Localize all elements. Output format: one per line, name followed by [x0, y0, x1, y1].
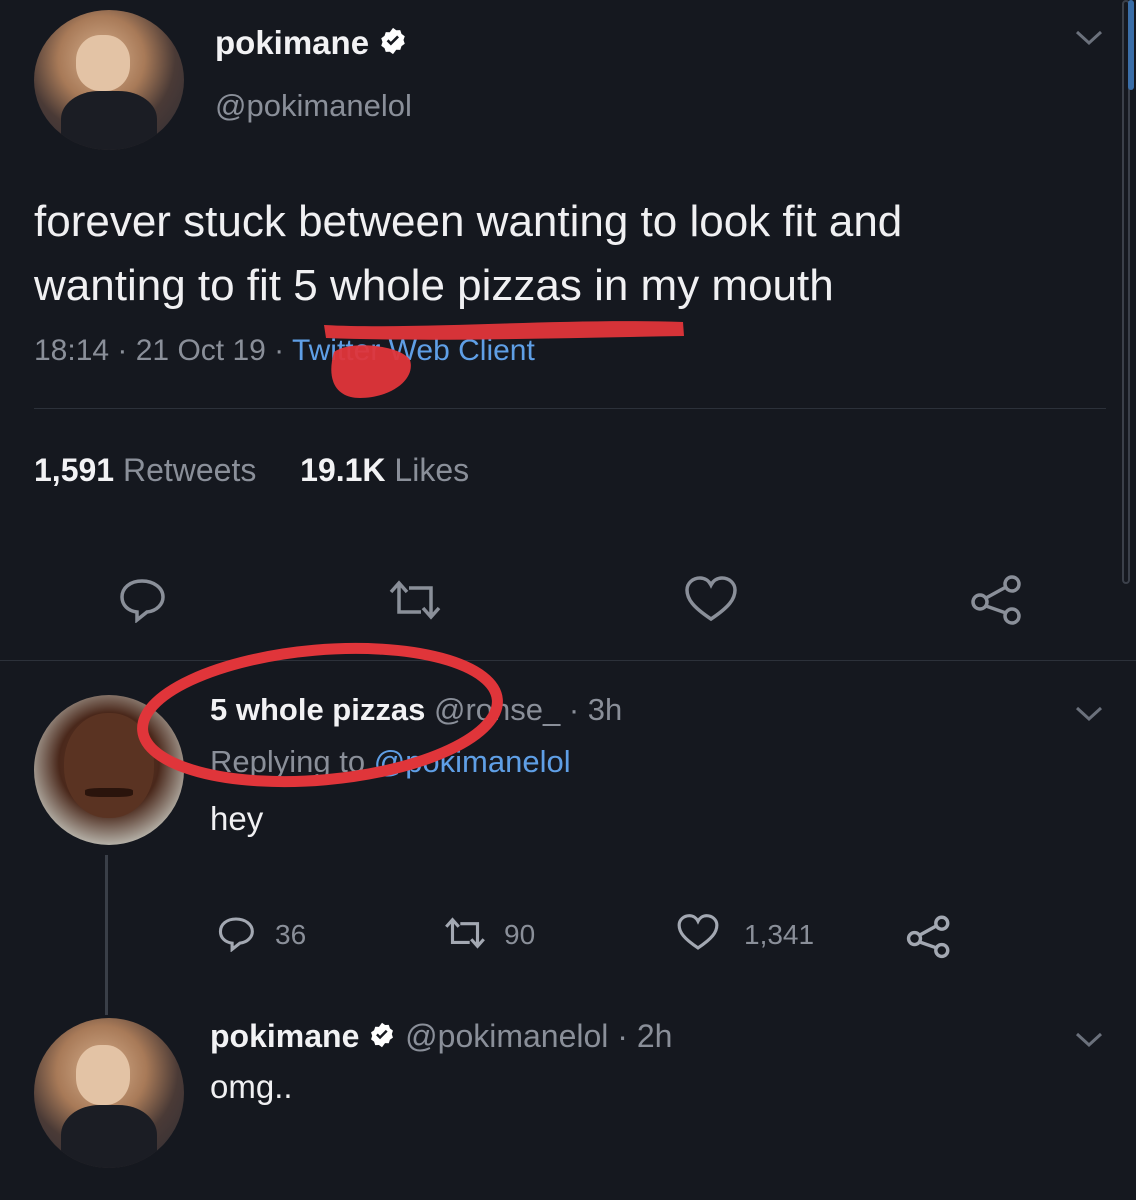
- verified-badge-icon: [378, 26, 408, 64]
- share-icon[interactable]: [968, 572, 1026, 626]
- thread-line: [105, 855, 108, 1015]
- tweet-text-line-2: wanting to fit 5 whole pizzas in my mout…: [34, 261, 834, 310]
- reply2-author-avatar[interactable]: [34, 1018, 184, 1168]
- tweet-date[interactable]: 21 Oct 19: [136, 334, 266, 367]
- heart-icon[interactable]: [683, 575, 739, 625]
- author-avatar[interactable]: [34, 10, 184, 150]
- retweets-label[interactable]: Retweets: [123, 452, 256, 488]
- chevron-down-icon[interactable]: [1073, 704, 1105, 729]
- scrollbar-thumb[interactable]: [1128, 0, 1134, 90]
- retweet-icon[interactable]: [440, 915, 490, 956]
- author-name-row[interactable]: pokimane: [215, 24, 408, 64]
- divider: [0, 660, 1136, 661]
- reply-author-handle[interactable]: @ronse_: [434, 692, 560, 727]
- reply-icon[interactable]: [115, 575, 169, 623]
- author-name[interactable]: pokimane: [215, 24, 369, 61]
- reply-icon[interactable]: [215, 914, 257, 957]
- tweet-meta: 18:14 · 21 Oct 19 · Twitter Web Client: [34, 334, 535, 367]
- divider: [34, 408, 1106, 409]
- likes-count[interactable]: 19.1K: [300, 452, 385, 488]
- verified-badge-icon: [368, 1020, 396, 1057]
- likes-label[interactable]: Likes: [394, 452, 469, 488]
- tweet-time[interactable]: 18:14: [34, 334, 109, 367]
- replying-to-handle[interactable]: @pokimanelol: [374, 744, 571, 779]
- reply-author-name[interactable]: 5 whole pizzas: [210, 692, 425, 727]
- reply-count: 36: [275, 919, 307, 950]
- chevron-down-icon[interactable]: [1073, 1030, 1105, 1055]
- reply-action-retweet[interactable]: 90: [440, 913, 535, 957]
- reply-time[interactable]: 3h: [588, 692, 622, 727]
- reply2-text: omg..: [210, 1068, 293, 1105]
- author-handle[interactable]: @pokimanelol: [215, 88, 412, 124]
- retweet-icon[interactable]: [383, 578, 447, 622]
- replying-to-line: Replying to @pokimanelol: [210, 744, 571, 780]
- tweet-client[interactable]: Twitter Web Client: [292, 334, 535, 367]
- like-count: 1,341: [744, 919, 815, 950]
- reply2-header: pokimane @pokimanelol · 2h: [210, 1018, 672, 1057]
- retweets-count[interactable]: 1,591: [34, 452, 114, 488]
- reply-author-avatar[interactable]: [34, 695, 184, 845]
- tweet-text-line-1: forever stuck between wanting to look fi…: [34, 197, 903, 246]
- retweet-count: 90: [504, 919, 536, 950]
- reply-action-like[interactable]: 1,341: [676, 913, 814, 957]
- reply-action-reply[interactable]: 36: [215, 913, 306, 957]
- share-icon[interactable]: [904, 913, 954, 964]
- heart-icon[interactable]: [676, 913, 720, 958]
- chevron-down-icon[interactable]: [1073, 28, 1105, 53]
- reply-text: hey: [210, 800, 264, 837]
- reply-header: 5 whole pizzas @ronse_ · 3h: [210, 692, 623, 727]
- replying-to-label: Replying to: [210, 744, 366, 779]
- reply2-author-handle[interactable]: @pokimanelol: [405, 1018, 608, 1054]
- tweet-text: forever stuck between wanting to look fi…: [34, 190, 902, 318]
- tweet-stats: 1,591 Retweets 19.1K Likes: [34, 452, 469, 489]
- reply2-time[interactable]: 2h: [637, 1018, 673, 1054]
- reply2-author-name[interactable]: pokimane: [210, 1018, 359, 1054]
